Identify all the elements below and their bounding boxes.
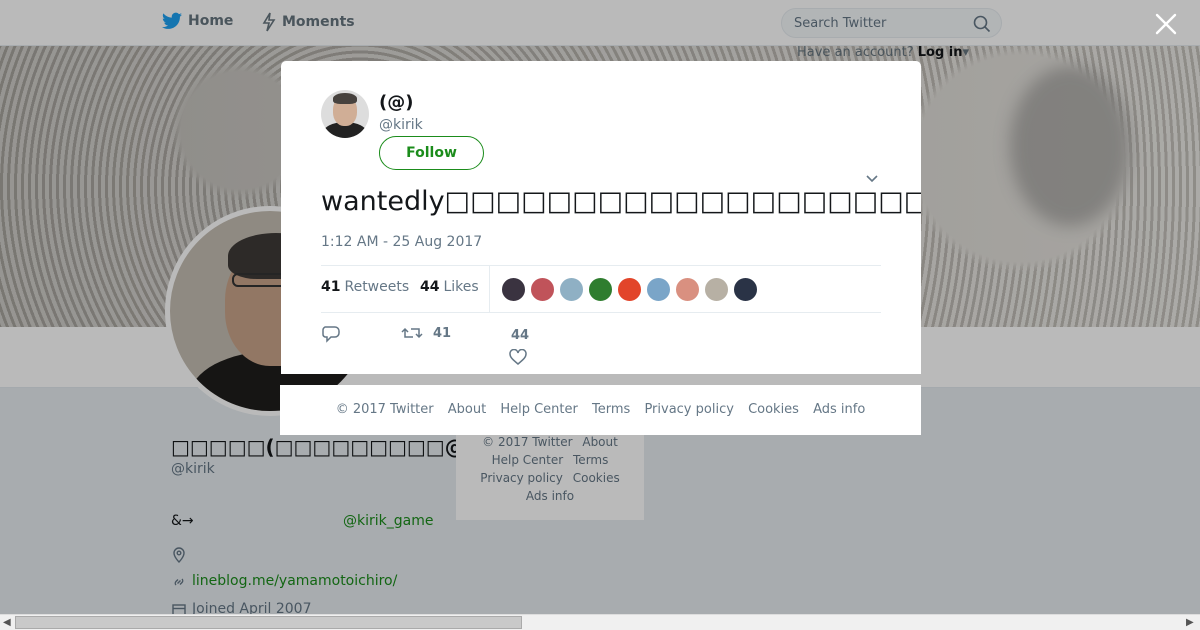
tweet-timestamp[interactable]: 1:12 AM - 25 Aug 2017	[321, 234, 482, 250]
retweets-stat[interactable]: 41 Retweets	[321, 279, 409, 295]
liker-avatar[interactable]	[733, 277, 758, 302]
liker-avatar[interactable]	[675, 277, 700, 302]
like-action-count: 44	[511, 328, 530, 343]
retweets-count: 41	[321, 279, 341, 295]
scroll-left-arrow-icon[interactable]: ◀	[3, 617, 11, 628]
liker-avatar[interactable]	[617, 277, 642, 302]
chevron-down-icon[interactable]	[865, 173, 879, 183]
follow-button[interactable]: Follow	[379, 136, 484, 170]
stats-divider	[489, 266, 490, 313]
tweet-author-name[interactable]: (@)	[379, 92, 413, 113]
liker-avatar[interactable]	[646, 277, 671, 302]
tweet-permalink-modal: (@) @kirik Follow wantedly□□□□□□□□□□□□□□…	[281, 61, 921, 374]
close-icon[interactable]	[1154, 12, 1178, 36]
liker-avatar[interactable]	[501, 277, 526, 302]
likes-count: 44	[420, 279, 440, 295]
liker-avatar[interactable]	[559, 277, 584, 302]
retweet-icon	[401, 327, 423, 339]
modal-footer-help-link[interactable]: Help Center	[500, 402, 578, 417]
liker-avatar[interactable]	[588, 277, 613, 302]
tweet-author-avatar[interactable]	[321, 90, 369, 138]
retweet-button[interactable]: 41	[401, 325, 451, 341]
modal-footer-ads-link[interactable]: Ads info	[813, 402, 865, 417]
modal-footer: © 2017 Twitter About Help Center Terms P…	[280, 385, 921, 435]
scrollbar-thumb[interactable]	[15, 616, 522, 629]
liker-avatars	[501, 277, 762, 302]
modal-footer-privacy-link[interactable]: Privacy policy	[644, 402, 733, 417]
scroll-right-arrow-icon[interactable]: ▶	[1186, 617, 1194, 628]
tweet-text: wantedly□□□□□□□□□□□□□□□□□□□□□□□□□□□□□□□□…	[321, 186, 921, 217]
liker-avatar[interactable]	[704, 277, 729, 302]
tweet-author-handle[interactable]: @kirik	[379, 117, 423, 133]
author-avatar-hair-shape	[333, 93, 357, 104]
reply-icon	[322, 326, 340, 343]
tweet-actions: 41 44	[321, 325, 881, 365]
liker-avatar[interactable]	[530, 277, 555, 302]
modal-footer-copyright: © 2017 Twitter	[335, 402, 434, 417]
retweets-label: Retweets	[344, 279, 410, 295]
likes-label: Likes	[443, 279, 479, 295]
likes-stat[interactable]: 44 Likes	[420, 279, 479, 295]
retweet-action-count: 41	[433, 325, 452, 341]
tweet-stats: 41 Retweets 44 Likes	[321, 265, 881, 313]
horizontal-scrollbar[interactable]: ◀ ▶	[0, 614, 1200, 630]
heart-icon[interactable]	[509, 349, 527, 365]
reply-button[interactable]	[321, 325, 341, 343]
modal-footer-terms-link[interactable]: Terms	[592, 402, 630, 417]
modal-footer-cookies-link[interactable]: Cookies	[748, 402, 799, 417]
modal-footer-about-link[interactable]: About	[448, 402, 486, 417]
